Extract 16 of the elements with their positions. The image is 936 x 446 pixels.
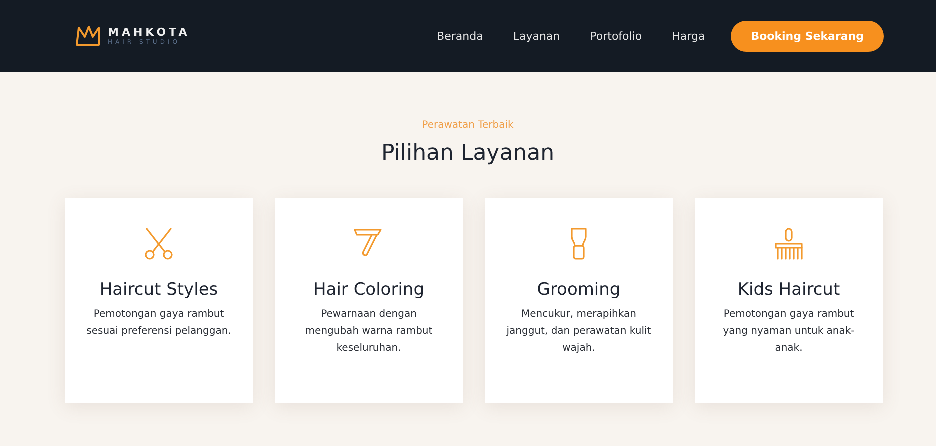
section-title: Pilihan Layanan bbox=[381, 141, 555, 166]
service-title: Grooming bbox=[537, 280, 621, 300]
crown-logo-icon bbox=[74, 24, 102, 48]
nav-link[interactable]: Portofolio bbox=[590, 30, 642, 42]
section-eyebrow: Perawatan Terbaik bbox=[422, 120, 514, 131]
nav-link[interactable]: Harga bbox=[672, 30, 706, 42]
service-description: Pemotongan gaya rambut yang nyaman untuk anak-anak. bbox=[722, 308, 856, 356]
service-description: Pewarnaan dengan mengubah warna rambut keseluruhan. bbox=[304, 308, 434, 356]
service-title: Hair Coloring bbox=[314, 280, 424, 300]
service-title: Kids Haircut bbox=[738, 280, 840, 300]
service-title: Haircut Styles bbox=[100, 280, 218, 300]
nav-link[interactable]: Layanan bbox=[513, 30, 560, 42]
service-description: Pemotongan gaya rambut sesuai preferensi pelanggan. bbox=[86, 308, 232, 339]
nav-link[interactable]: Beranda bbox=[437, 30, 484, 42]
service-description: Mencukur, merapihkan janggut, dan perawatan kulit wajah. bbox=[506, 308, 652, 356]
brand-name: MAHKOTA bbox=[108, 26, 190, 39]
